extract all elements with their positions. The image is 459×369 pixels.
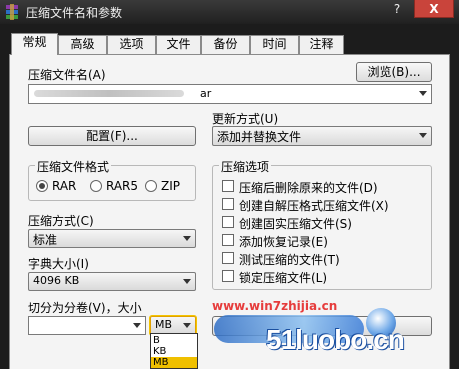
radio-rar-label: RAR xyxy=(52,179,77,193)
split-size-input[interactable] xyxy=(28,316,146,335)
update-mode-value: 添加并替换文件 xyxy=(217,130,302,144)
split-unit-dropdown-list: B KB MB xyxy=(150,333,198,369)
update-mode-label: 更新方式(U) xyxy=(212,112,279,126)
split-volumes-label: 切分为分卷(V)，大小 xyxy=(28,301,142,315)
split-unit-value: MB xyxy=(155,318,173,331)
chevron-down-icon xyxy=(183,323,191,328)
compression-method-label: 压缩方式(C) xyxy=(28,214,94,228)
radio-zip-label: ZIP xyxy=(161,179,180,193)
chevron-down-icon xyxy=(183,279,191,284)
tab-time[interactable]: 时间 xyxy=(250,35,299,54)
compression-method-value: 标准 xyxy=(33,233,58,247)
archive-name-label: 压缩文件名(A) xyxy=(28,68,106,82)
archive-name-suffix: ar xyxy=(200,87,212,100)
chevron-down-icon xyxy=(183,236,191,241)
archive-name-blurred xyxy=(34,90,184,97)
browse-button[interactable]: 浏览(B)... xyxy=(356,62,432,82)
dictionary-size-value: 4096 KB xyxy=(33,274,80,287)
close-button[interactable]: X xyxy=(414,0,454,18)
radio-zip[interactable] xyxy=(145,180,157,192)
checkbox-delete-after-label: 压缩后删除原来的文件(D) xyxy=(239,181,378,195)
update-mode-select[interactable]: 添加并替换文件 xyxy=(212,126,432,146)
watermark-url: www.win7zhijia.cn xyxy=(212,299,338,313)
checkbox-solid[interactable] xyxy=(222,216,234,228)
checkbox-lock[interactable] xyxy=(222,270,234,282)
tab-backup[interactable]: 备份 xyxy=(201,35,250,54)
tab-options[interactable]: 选项 xyxy=(107,35,156,54)
radio-rar5[interactable] xyxy=(90,180,102,192)
checkbox-test-files-label: 测试压缩的文件(T) xyxy=(239,253,340,267)
chevron-down-icon xyxy=(133,323,141,328)
radio-rar5-label: RAR5 xyxy=(106,179,139,193)
checkbox-recovery-record-label: 添加恢复记录(E) xyxy=(239,235,328,249)
unit-option-kb[interactable]: KB xyxy=(153,346,166,357)
tab-files[interactable]: 文件 xyxy=(156,35,201,54)
checkbox-solid-label: 创建固实压缩文件(S) xyxy=(239,217,352,231)
checkbox-test-files[interactable] xyxy=(222,252,234,264)
radio-rar[interactable] xyxy=(36,180,48,192)
profiles-button[interactable]: 配置(F)... xyxy=(28,126,196,146)
tab-general[interactable]: 常规 xyxy=(11,33,58,55)
checkbox-sfx[interactable] xyxy=(222,198,234,210)
checkbox-recovery-record[interactable] xyxy=(222,234,234,246)
tab-comment[interactable]: 注释 xyxy=(299,35,344,54)
window-title: 压缩文件名和参数 xyxy=(26,6,123,20)
help-button[interactable]: ? xyxy=(386,0,408,18)
checkbox-lock-label: 锁定压缩文件(L) xyxy=(239,271,328,285)
unit-option-b[interactable]: B xyxy=(153,335,160,346)
checkbox-sfx-label: 创建自解压格式压缩文件(X) xyxy=(239,199,389,213)
archive-format-legend: 压缩文件格式 xyxy=(35,158,112,175)
dictionary-size-label: 字典大小(I) xyxy=(28,257,89,271)
winrar-app-icon xyxy=(4,4,20,20)
archiving-options-legend: 压缩选项 xyxy=(219,158,272,175)
checkbox-delete-after[interactable] xyxy=(222,180,234,192)
unit-option-mb[interactable]: MB xyxy=(151,357,197,368)
dictionary-size-select[interactable]: 4096 KB xyxy=(28,272,196,291)
compression-method-select[interactable]: 标准 xyxy=(28,229,196,248)
tab-advanced[interactable]: 高级 xyxy=(58,35,107,54)
watermark-brand: 51luobo.cn xyxy=(266,324,405,355)
chevron-down-icon xyxy=(419,133,427,138)
